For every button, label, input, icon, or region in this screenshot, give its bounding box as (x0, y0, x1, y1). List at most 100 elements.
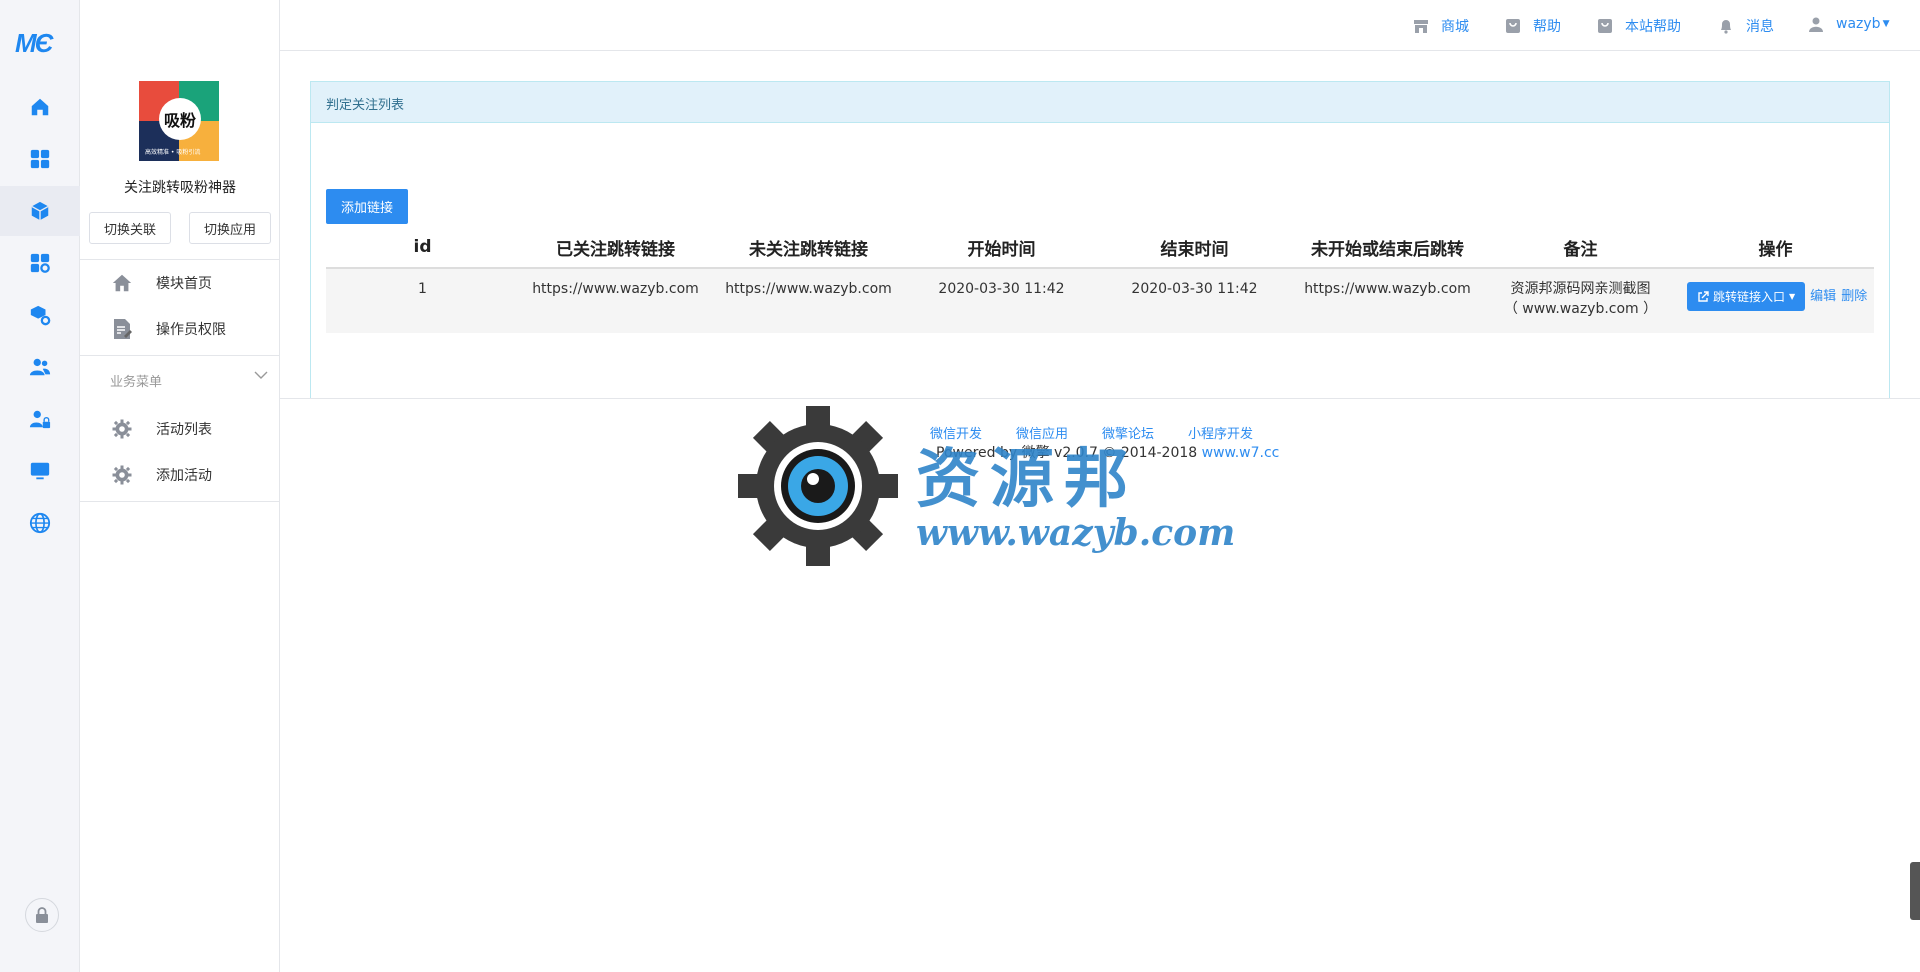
apps-gear-icon (30, 253, 50, 273)
rail-monitor[interactable] (0, 446, 80, 496)
bag-icon (1506, 19, 1520, 33)
sidebar-item-label: 活动列表 (156, 422, 212, 438)
cube-icon (31, 201, 49, 221)
col-fallback-url: 未开始或结束后跳转 (1291, 227, 1484, 269)
side-scroll-handle[interactable] (1910, 862, 1920, 920)
nav-site-help-label: 本站帮助 (1625, 19, 1681, 35)
monitor-icon (30, 462, 50, 480)
app-logo: 吸粉 高效精准 • 吸粉引流 (139, 81, 219, 161)
divider (80, 501, 280, 502)
sidebar-item-label: 模块首页 (156, 276, 212, 292)
rail-apps-gear[interactable] (0, 238, 80, 288)
bell-icon (1721, 20, 1731, 34)
top-header: 菜单 商城 帮助 本站帮助 消息 wazyb ▼ (80, 0, 1920, 51)
col-followed-url: 已关注跳转链接 (519, 227, 712, 269)
sidebar-item-activity-list[interactable]: 活动列表 (80, 406, 280, 452)
powered-link[interactable]: www.w7.cc (1202, 445, 1280, 461)
group-title: 业务菜单 (110, 375, 163, 390)
user-menu[interactable]: wazyb ▼ (1808, 16, 1889, 32)
panel-title: 判定关注列表 (311, 82, 1889, 123)
globe-icon (29, 512, 51, 534)
sidebar-item-module-home[interactable]: 模块首页 (80, 260, 280, 306)
jump-link-label: 跳转链接入口 (1713, 289, 1786, 304)
user-name: wazyb (1836, 16, 1881, 32)
module-sidebar: 吸粉 高效精准 • 吸粉引流 关注跳转吸粉神器 切换关联 切换应用 模块首页 操… (80, 0, 280, 972)
user-lock-icon (29, 410, 51, 429)
note-line: （ www.wazyb.com ） (1503, 301, 1658, 317)
app-name: 关注跳转吸粉神器 (124, 180, 236, 196)
note-line: 资源邦源码网亲测截图 (1510, 281, 1651, 297)
home-icon (31, 98, 49, 116)
watermark-title: 资源邦 (916, 442, 1138, 517)
nav-store-label: 商城 (1441, 19, 1469, 35)
nav-help-label: 帮助 (1533, 19, 1561, 35)
watermark: 资源邦 www.wazyb.com (736, 404, 1235, 569)
divider (80, 355, 280, 356)
sidebar-item-add-activity[interactable]: 添加活动 (80, 452, 280, 498)
jump-link-button[interactable]: 跳转链接入口 ▼ (1687, 282, 1806, 311)
rail-home[interactable] (0, 82, 80, 132)
cell-end-time: 2020-03-30 11:42 (1098, 268, 1291, 333)
footer-link[interactable]: 小程序开发 (1188, 423, 1253, 442)
users-icon (29, 358, 51, 376)
caret-down-icon: ▼ (1882, 19, 1890, 29)
edit-link[interactable]: 编辑 (1810, 287, 1836, 307)
app-logo-text: 吸粉 (159, 98, 201, 140)
sidebar-item-label: 添加活动 (156, 468, 212, 484)
watermark-url: www.wazyb.com (916, 512, 1236, 554)
brand-logo[interactable]: MЄ (15, 28, 65, 58)
store-icon (1414, 20, 1428, 33)
nav-site-help[interactable]: 本站帮助 (1597, 16, 1681, 36)
nav-help[interactable]: 帮助 (1505, 16, 1561, 36)
rail-users[interactable] (0, 342, 80, 392)
lock-button[interactable] (25, 898, 59, 932)
delete-link[interactable]: 删除 (1841, 287, 1867, 307)
col-unfollowed-url: 未关注跳转链接 (712, 227, 905, 269)
gear-icon (112, 465, 132, 485)
rail-globe[interactable] (0, 498, 80, 548)
rail-cube-gear[interactable] (0, 290, 80, 340)
sidebar-item-operator-permission[interactable]: 操作员权限 (80, 306, 280, 352)
lock-icon (36, 907, 48, 923)
watermark-gear-eye-icon (738, 406, 898, 566)
nav-store[interactable]: 商城 (1413, 16, 1469, 36)
switch-app-button[interactable]: 切换应用 (189, 212, 271, 244)
icon-rail: MЄ (0, 0, 80, 972)
col-note: 备注 (1484, 227, 1677, 269)
col-actions: 操作 (1677, 227, 1874, 269)
grid-icon (30, 149, 50, 169)
cell-actions: 跳转链接入口 ▼ 编辑 删除 (1677, 268, 1874, 333)
gear-icon (112, 419, 132, 439)
table-row: 1 https://www.wazyb.com https://www.wazy… (326, 268, 1874, 333)
cell-unfollowed-url: https://www.wazyb.com (712, 268, 905, 333)
col-id: id (326, 227, 519, 269)
follow-table: id 已关注跳转链接 未关注跳转链接 开始时间 结束时间 未开始或结束后跳转 备… (326, 227, 1874, 333)
chevron-down-icon[interactable] (254, 370, 268, 380)
rail-user-lock[interactable] (0, 394, 80, 444)
nav-messages[interactable]: 消息 (1718, 16, 1774, 36)
col-start-time: 开始时间 (905, 227, 1098, 269)
sidebar-item-label: 操作员权限 (156, 322, 226, 338)
cell-start-time: 2020-03-30 11:42 (905, 268, 1098, 333)
table-header-row: id 已关注跳转链接 未关注跳转链接 开始时间 结束时间 未开始或结束后跳转 备… (326, 227, 1874, 269)
nav-messages-label: 消息 (1746, 19, 1774, 35)
follow-list-panel: 判定关注列表 添加链接 id 已关注跳转链接 未关注跳转链接 开始时间 结束时间… (310, 81, 1890, 399)
rail-cube[interactable] (0, 186, 80, 236)
rail-grid[interactable] (0, 134, 80, 184)
cell-id: 1 (326, 268, 519, 333)
col-end-time: 结束时间 (1098, 227, 1291, 269)
user-icon (1809, 17, 1823, 32)
switch-link-button[interactable]: 切换关联 (89, 212, 171, 244)
caret-down-icon: ▼ (1789, 291, 1796, 301)
cell-followed-url: https://www.wazyb.com (519, 268, 712, 333)
bag-icon (1598, 19, 1612, 33)
footer-divider (280, 398, 1920, 399)
add-link-button[interactable]: 添加链接 (326, 189, 408, 224)
home-icon (112, 274, 132, 292)
app-logo-tag: 高效精准 • 吸粉引流 (145, 149, 201, 156)
cell-fallback-url: https://www.wazyb.com (1291, 268, 1484, 333)
file-edit-icon (114, 319, 132, 339)
cube-gear-icon (30, 305, 51, 326)
external-link-icon (1698, 290, 1709, 302)
cell-note: 资源邦源码网亲测截图 （ www.wazyb.com ） (1484, 268, 1677, 333)
